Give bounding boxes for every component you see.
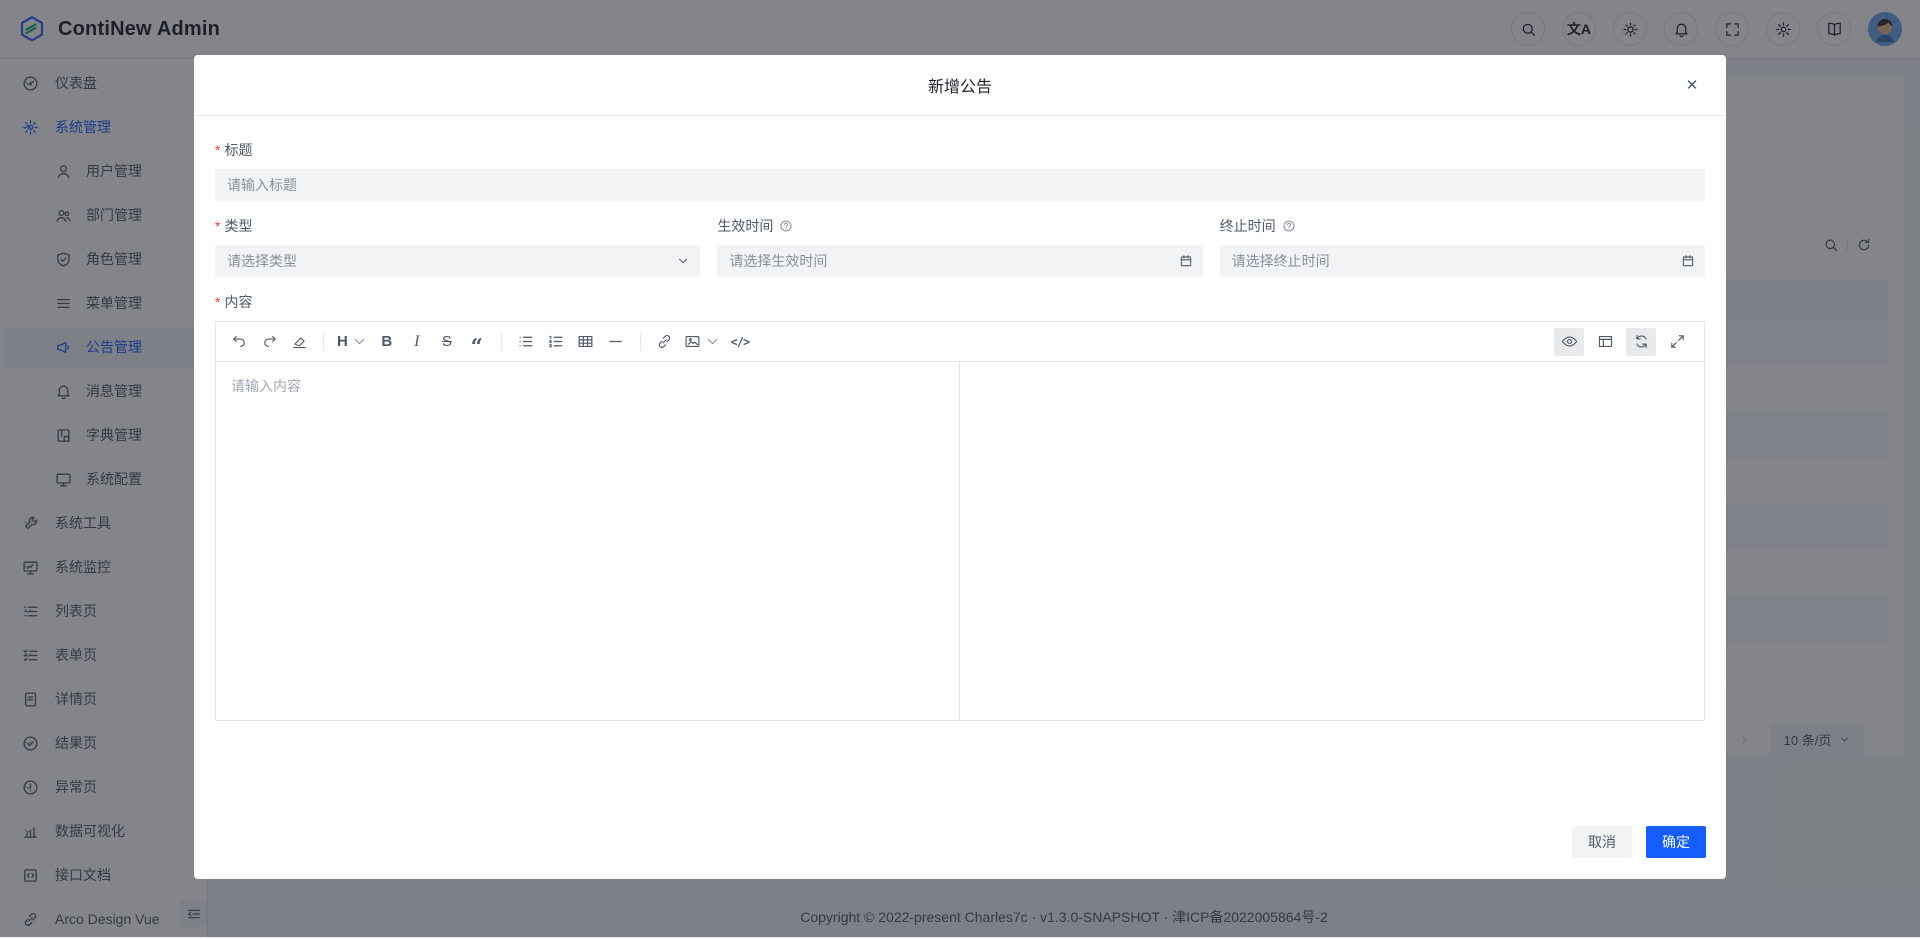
editor-fullscreen-button[interactable]	[1662, 328, 1692, 356]
horizontal-rule-icon	[607, 333, 624, 350]
title-field-label: * 标题	[215, 140, 1705, 160]
horizontal-rule-button[interactable]	[601, 328, 631, 356]
eye-icon	[1561, 333, 1578, 350]
required-mark: *	[215, 294, 220, 310]
expand-icon	[1669, 333, 1686, 350]
title-input[interactable]	[215, 169, 1705, 201]
end-time-picker[interactable]	[1220, 245, 1705, 277]
strikethrough-button[interactable]: S	[432, 328, 462, 356]
bulleted-list-button[interactable]	[511, 328, 541, 356]
rich-text-editor: H B I S “ </>	[215, 321, 1705, 721]
toolbar-divider	[501, 333, 502, 351]
cancel-button[interactable]: 取消	[1572, 826, 1632, 858]
close-icon[interactable]: ✕	[1680, 73, 1704, 97]
chevron-down-icon	[676, 254, 690, 268]
type-select[interactable]	[215, 245, 700, 277]
required-mark: *	[215, 218, 220, 234]
required-mark: *	[215, 142, 220, 158]
panel-layout-icon	[1597, 333, 1614, 350]
link-icon	[656, 333, 673, 350]
dialog-title: 新增公告	[928, 73, 992, 97]
calendar-icon	[1681, 254, 1695, 268]
quote-button[interactable]: “	[462, 328, 492, 356]
sync-icon	[1633, 333, 1650, 350]
confirm-button[interactable]: 确定	[1646, 826, 1706, 858]
toolbar-divider	[323, 333, 324, 351]
table-button[interactable]	[571, 328, 601, 356]
chevron-down-icon	[351, 333, 368, 350]
help-question-icon	[1282, 219, 1296, 233]
dialog-header: 新增公告 ✕	[194, 55, 1726, 116]
help-question-icon	[779, 219, 793, 233]
calendar-icon	[1179, 254, 1193, 268]
editor-toolbar: H B I S “ </>	[216, 322, 1704, 362]
bulleted-list-icon	[517, 333, 534, 350]
undo-icon	[231, 333, 248, 350]
image-icon	[684, 333, 701, 350]
ordered-list-button[interactable]	[541, 328, 571, 356]
panel-toggle-button[interactable]	[1590, 328, 1620, 356]
preview-toggle-button[interactable]	[1554, 328, 1584, 356]
heading-button[interactable]: H	[333, 328, 372, 356]
title-input-wrap	[215, 169, 1705, 201]
toolbar-divider	[640, 333, 641, 351]
editor-panes: 请输入内容	[216, 362, 1704, 720]
editor-input-pane[interactable]: 请输入内容	[216, 362, 960, 720]
table-icon	[577, 333, 594, 350]
editor-toolbar-right	[1554, 328, 1696, 356]
effective-time-picker[interactable]	[717, 245, 1202, 277]
clear-format-button[interactable]	[284, 328, 314, 356]
chevron-down-icon	[704, 333, 721, 350]
image-button[interactable]	[680, 328, 725, 356]
dialog-footer: 取消 确定	[194, 819, 1726, 879]
italic-button[interactable]: I	[402, 328, 432, 356]
redo-button[interactable]	[254, 328, 284, 356]
code-block-button[interactable]: </>	[725, 328, 755, 356]
link-button[interactable]	[650, 328, 680, 356]
sync-scroll-button[interactable]	[1626, 328, 1656, 356]
eraser-icon	[291, 333, 308, 350]
type-field-label: * 类型	[215, 216, 700, 236]
bold-button[interactable]: B	[372, 328, 402, 356]
add-announcement-dialog: 新增公告 ✕ * 标题 * 类型 生效时间	[194, 55, 1726, 879]
effective-time-field-label: 生效时间	[717, 216, 1202, 236]
undo-button[interactable]	[224, 328, 254, 356]
editor-preview-pane	[960, 362, 1704, 720]
content-field-label: * 内容	[215, 292, 1705, 312]
ordered-list-icon	[547, 333, 564, 350]
editor-placeholder: 请输入内容	[231, 376, 944, 396]
end-time-field-label: 终止时间	[1220, 216, 1705, 236]
dialog-body: * 标题 * 类型 生效时间	[194, 116, 1726, 819]
redo-icon	[261, 333, 278, 350]
